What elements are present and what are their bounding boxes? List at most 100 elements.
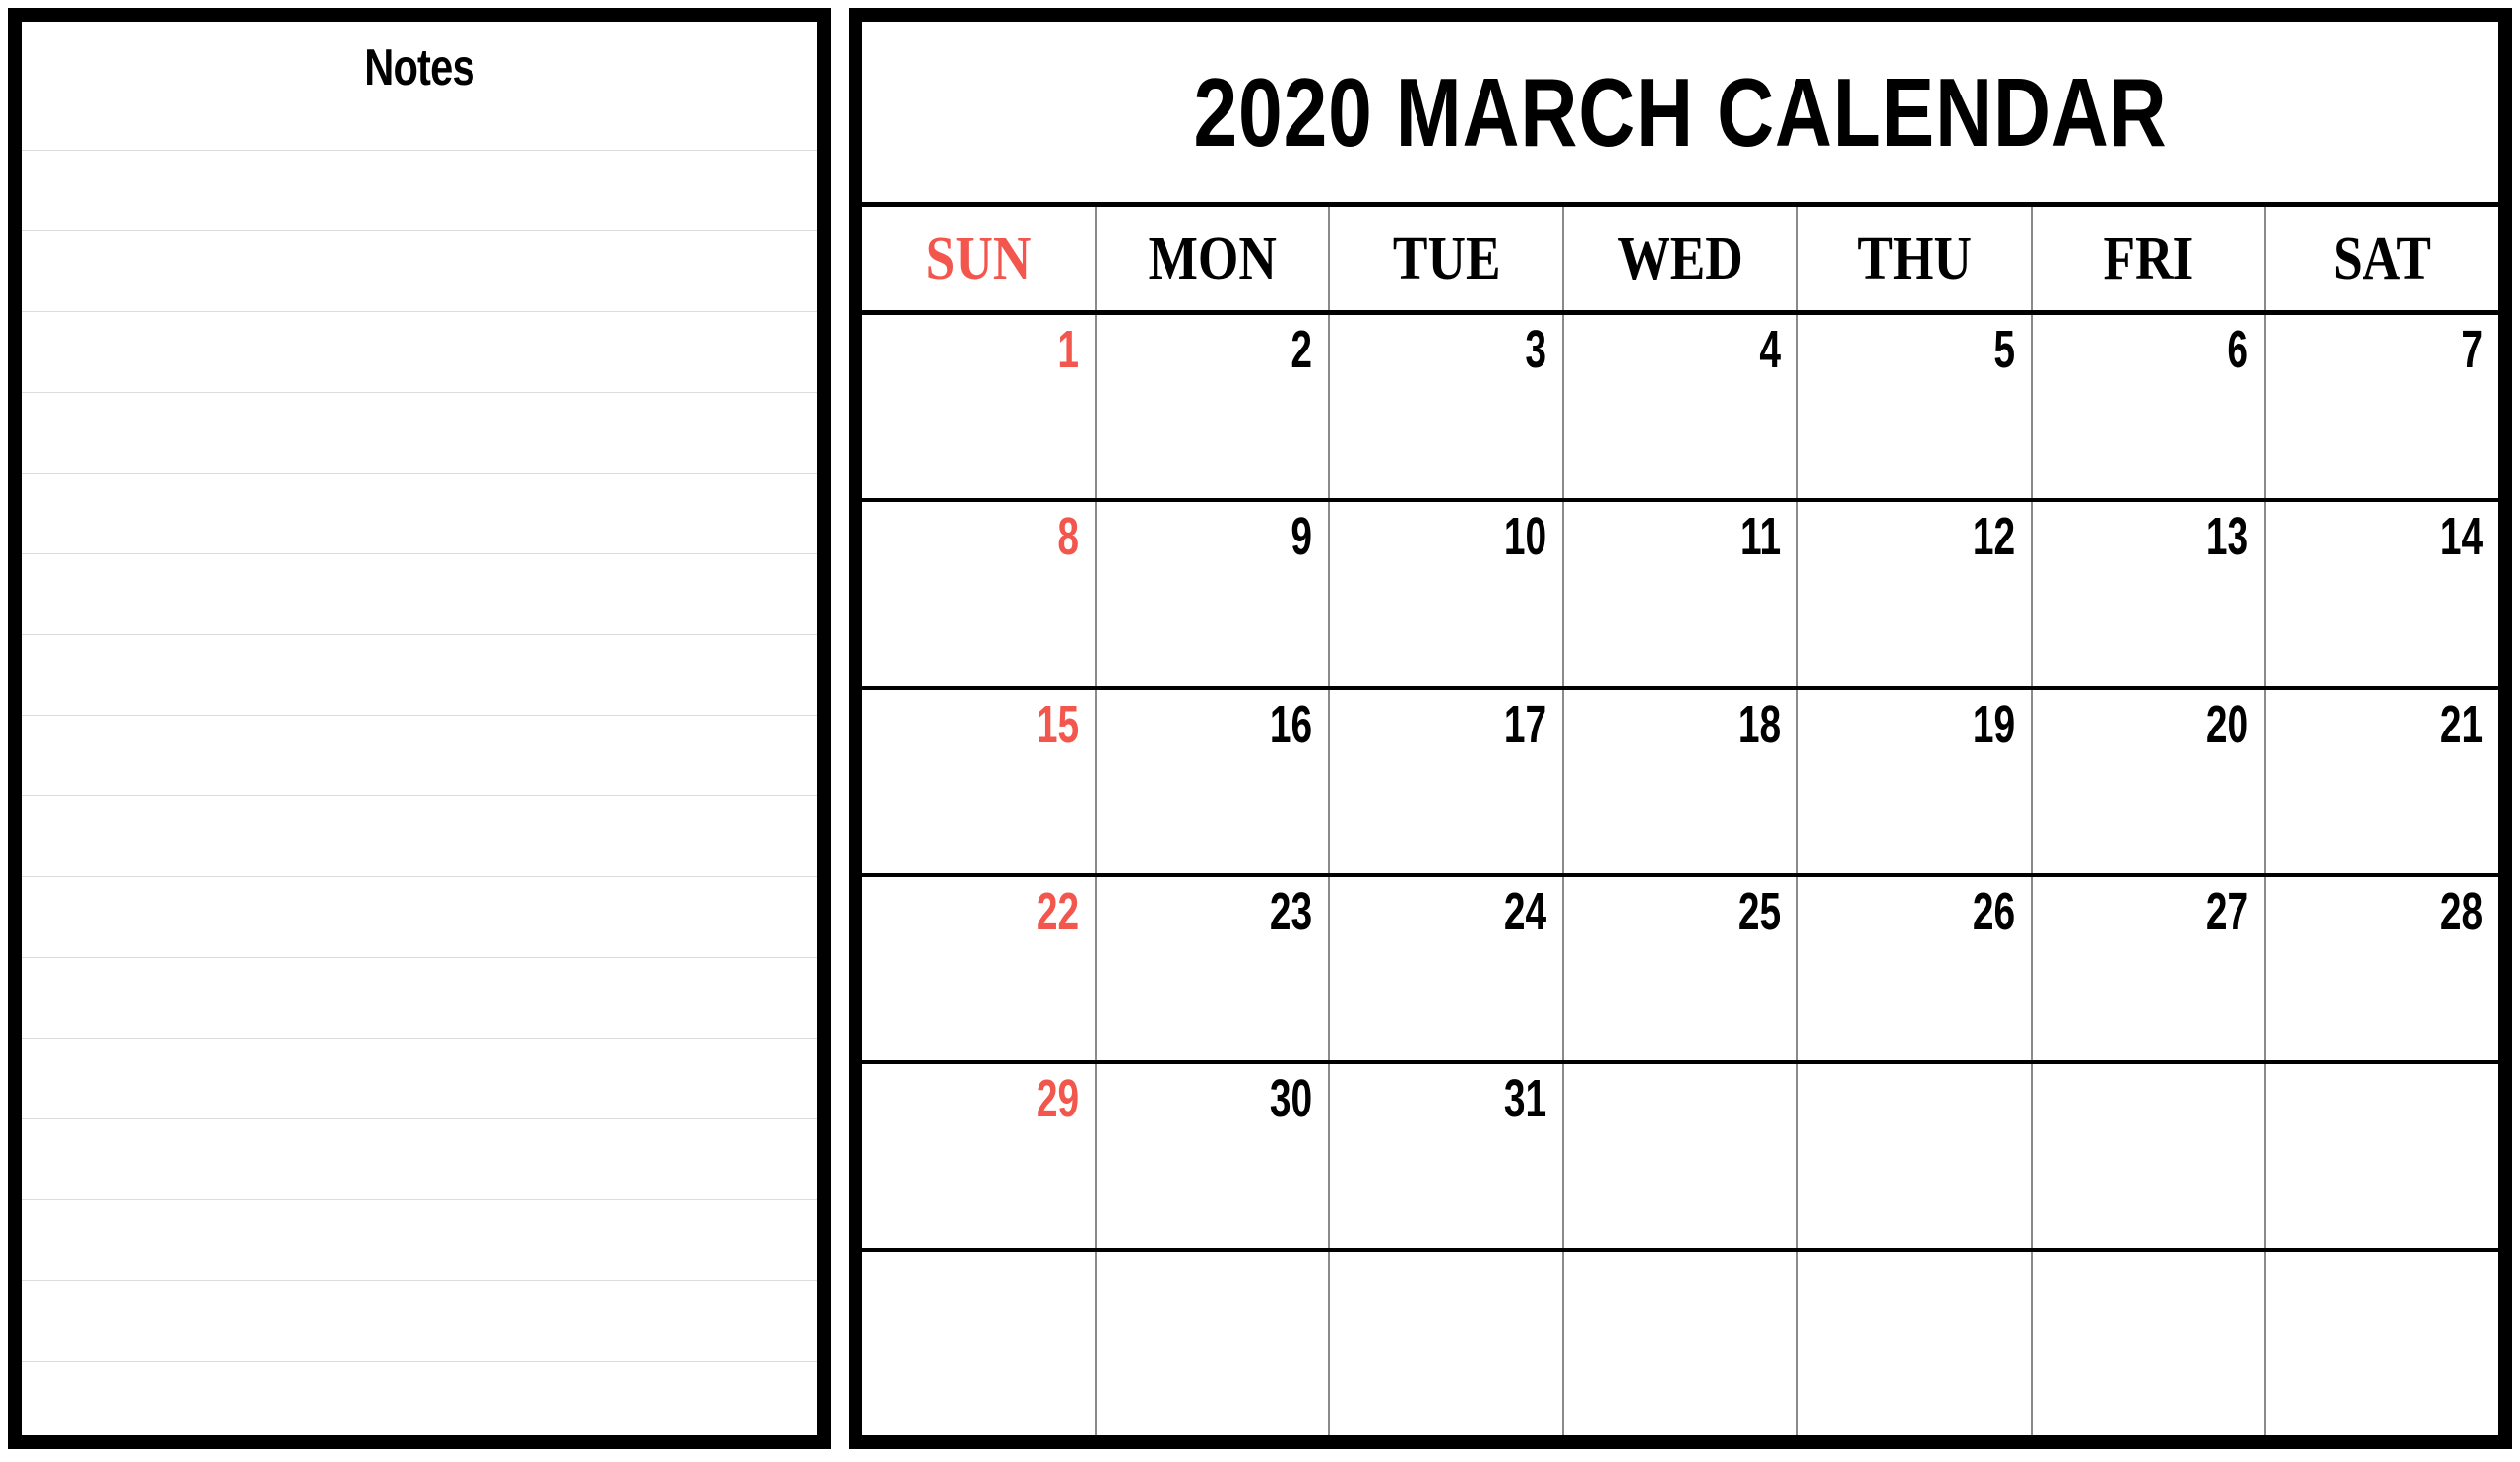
calendar-day-cell-21[interactable]: 21 xyxy=(2266,690,2498,873)
calendar-day-cell-empty[interactable] xyxy=(1798,1064,2033,1248)
notes-line[interactable] xyxy=(22,715,817,716)
calendar-day-cell-16[interactable]: 16 xyxy=(1097,689,1331,873)
calendar-day-cell-empty[interactable] xyxy=(1564,1251,1798,1435)
calendar-day-cell-4[interactable]: 4 xyxy=(1564,315,1798,499)
calendar-day-cell-7[interactable]: 7 xyxy=(2266,315,2498,498)
notes-line[interactable] xyxy=(22,311,817,312)
calendar-day-number: 18 xyxy=(1737,694,1781,754)
calendar-day-number: 4 xyxy=(1759,320,1781,379)
notes-line[interactable] xyxy=(22,795,817,796)
calendar-day-cell-24[interactable]: 24 xyxy=(1330,876,1565,1061)
calendar-day-cell-empty[interactable] xyxy=(1564,1064,1798,1248)
weekday-header-tue: TUE xyxy=(1330,207,1565,310)
calendar-day-cell-18[interactable]: 18 xyxy=(1564,689,1798,873)
calendar-day-number: 19 xyxy=(1972,694,2015,754)
calendar-week-row: 1 2 3 4 5 6 7 xyxy=(862,315,2498,503)
calendar-day-cell-19[interactable]: 19 xyxy=(1798,689,2033,873)
calendar-day-cell-14[interactable]: 14 xyxy=(2266,502,2498,685)
weekday-label: FRI xyxy=(2103,224,2194,292)
calendar-day-number: 22 xyxy=(1036,881,1079,941)
calendar-day-cell-15[interactable]: 15 xyxy=(862,689,1097,873)
calendar-day-cell-empty[interactable] xyxy=(2033,1251,2267,1435)
calendar-day-number: 14 xyxy=(2439,507,2484,567)
calendar-day-number: 25 xyxy=(1737,881,1781,941)
calendar-page: Notes 2020 MARCH CALENDAR SUN MON TUE WED TH… xyxy=(0,0,2520,1462)
notes-line[interactable] xyxy=(22,473,817,474)
calendar-day-number: 30 xyxy=(1270,1069,1313,1129)
calendar-day-number: 10 xyxy=(1503,507,1547,567)
calendar-day-number: 23 xyxy=(1270,881,1313,941)
calendar-day-cell-empty[interactable] xyxy=(862,1251,1097,1435)
calendar-day-cell-10[interactable]: 10 xyxy=(1330,502,1565,686)
notes-line[interactable] xyxy=(22,1038,817,1039)
calendar-day-cell-28[interactable]: 28 xyxy=(2266,877,2498,1060)
calendar-day-cell-9[interactable]: 9 xyxy=(1097,502,1331,686)
weekday-label: MON xyxy=(1148,224,1277,292)
calendar-day-number: 11 xyxy=(1739,507,1781,567)
calendar-day-cell-23[interactable]: 23 xyxy=(1097,876,1331,1061)
notes-line[interactable] xyxy=(22,634,817,635)
calendar-day-cell-empty[interactable] xyxy=(2033,1064,2267,1248)
weekday-header-wed: WED xyxy=(1564,207,1798,310)
calendar-day-number: 17 xyxy=(1503,694,1547,754)
calendar-day-number: 29 xyxy=(1036,1069,1079,1129)
calendar-day-number: 16 xyxy=(1270,694,1313,754)
notes-line[interactable] xyxy=(22,876,817,877)
notes-line[interactable] xyxy=(22,553,817,554)
calendar-day-number: 31 xyxy=(1503,1069,1547,1129)
calendar-day-cell-3[interactable]: 3 xyxy=(1330,315,1565,499)
notes-line[interactable] xyxy=(22,1199,817,1200)
calendar-day-cell-13[interactable]: 13 xyxy=(2033,502,2267,686)
calendar-day-number: 8 xyxy=(1057,507,1079,567)
calendar-day-cell-empty[interactable] xyxy=(1330,1251,1565,1435)
notes-ruled-lines[interactable] xyxy=(22,22,817,1435)
calendar-day-cell-empty[interactable] xyxy=(2266,1064,2498,1247)
notes-line[interactable] xyxy=(22,392,817,393)
calendar-day-cell-empty[interactable] xyxy=(1798,1251,2033,1435)
calendar-day-cell-empty[interactable] xyxy=(1097,1251,1331,1435)
weekday-header-thu: THU xyxy=(1798,207,2033,310)
calendar-day-cell-20[interactable]: 20 xyxy=(2033,689,2267,873)
calendar-day-cell-17[interactable]: 17 xyxy=(1330,689,1565,873)
weekday-label: SUN xyxy=(925,224,1032,292)
calendar-day-number: 20 xyxy=(2206,694,2249,754)
calendar-day-cell-25[interactable]: 25 xyxy=(1564,876,1798,1061)
calendar-day-cell-1[interactable]: 1 xyxy=(862,315,1097,499)
weekday-header-sun: SUN xyxy=(862,207,1097,310)
calendar-day-cell-2[interactable]: 2 xyxy=(1097,315,1331,499)
weekday-header-row: SUN MON TUE WED THU FRI SAT xyxy=(862,207,2498,315)
calendar-day-number: 9 xyxy=(1291,507,1313,567)
calendar-day-cell-empty[interactable] xyxy=(2266,1252,2498,1435)
notes-line[interactable] xyxy=(22,957,817,958)
calendar-day-cell-22[interactable]: 22 xyxy=(862,876,1097,1061)
calendar-day-number: 28 xyxy=(2439,881,2484,941)
calendar-day-cell-26[interactable]: 26 xyxy=(1798,876,2033,1061)
notes-line[interactable] xyxy=(22,230,817,231)
calendar-day-cell-31[interactable]: 31 xyxy=(1330,1064,1565,1248)
calendar-day-cell-8[interactable]: 8 xyxy=(862,502,1097,686)
calendar-title-row: 2020 MARCH CALENDAR xyxy=(862,22,2498,207)
calendar-day-cell-5[interactable]: 5 xyxy=(1798,315,2033,499)
weekday-label: WED xyxy=(1617,224,1743,292)
calendar-title: 2020 MARCH CALENDAR xyxy=(1193,57,2168,166)
notes-line[interactable] xyxy=(22,1280,817,1281)
calendar-day-cell-12[interactable]: 12 xyxy=(1798,502,2033,686)
notes-line[interactable] xyxy=(22,1361,817,1362)
calendar-day-number: 5 xyxy=(1992,320,2015,379)
calendar-day-cell-27[interactable]: 27 xyxy=(2033,876,2267,1061)
calendar-day-cell-6[interactable]: 6 xyxy=(2033,315,2267,499)
weekday-header-sat: SAT xyxy=(2266,207,2498,310)
calendar-day-number: 24 xyxy=(1503,881,1547,941)
calendar-day-number: 6 xyxy=(2227,320,2249,379)
calendar-day-number: 1 xyxy=(1057,320,1079,379)
calendar-day-cell-30[interactable]: 30 xyxy=(1097,1064,1331,1248)
calendar-grid: 1 2 3 4 5 6 7 8 9 10 11 12 13 14 15 16 17 18 19 20 21 22 23 24 2… xyxy=(862,315,2498,1435)
calendar-day-number: 21 xyxy=(2439,694,2484,754)
calendar-day-cell-11[interactable]: 11 xyxy=(1564,502,1798,686)
calendar-day-cell-29[interactable]: 29 xyxy=(862,1064,1097,1248)
calendar-day-number: 7 xyxy=(2461,320,2484,379)
calendar-day-number: 26 xyxy=(1972,881,2015,941)
notes-line[interactable] xyxy=(22,1118,817,1119)
calendar-week-row xyxy=(862,1251,2498,1435)
notes-line[interactable] xyxy=(22,150,817,151)
